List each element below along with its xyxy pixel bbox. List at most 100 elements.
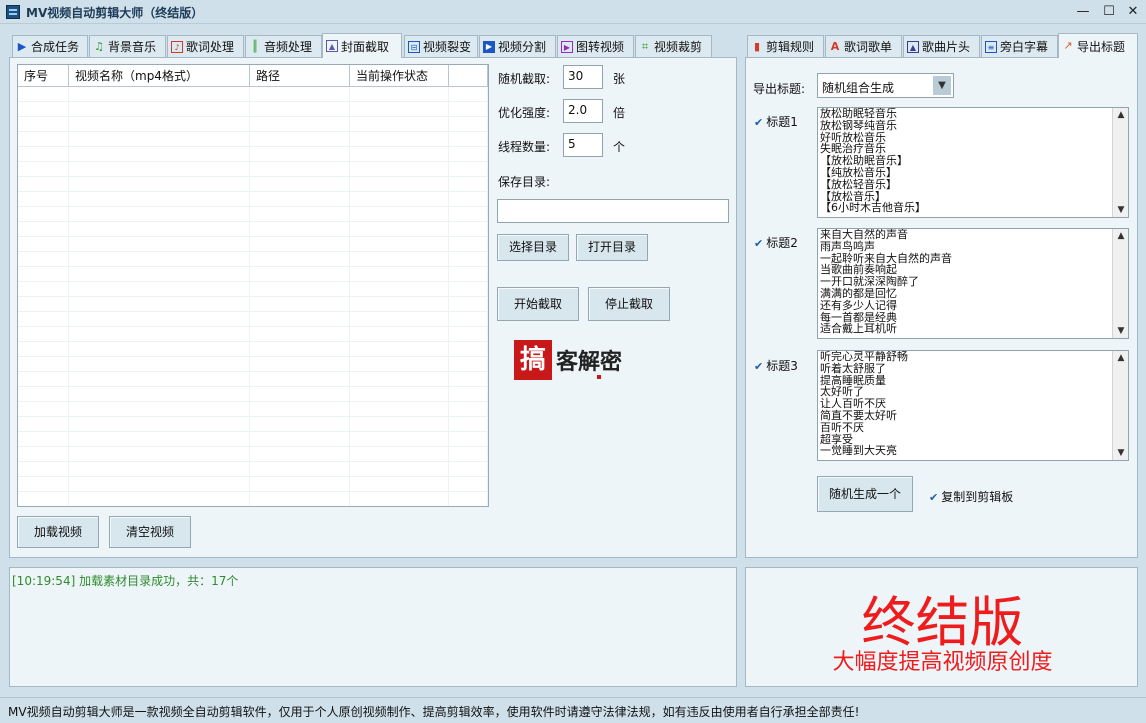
tab-video-fission[interactable]: ⊟ 视频裂变 (404, 35, 478, 57)
table-cell (18, 372, 69, 387)
table-cell (350, 447, 449, 462)
column-header[interactable]: 路径 (250, 65, 350, 86)
tab-audio-processing[interactable]: ║ 音频处理 (245, 35, 322, 57)
table-cell (250, 492, 350, 506)
table-row[interactable] (18, 372, 488, 387)
scroll-up-icon[interactable]: ▲ (1114, 351, 1128, 365)
table-row[interactable] (18, 207, 488, 222)
table-cell (250, 297, 350, 312)
table-row[interactable] (18, 417, 488, 432)
tab-cover-capture[interactable]: ▲ 封面截取 (322, 33, 402, 58)
thread-count-input[interactable]: 5 (563, 133, 603, 157)
title-line: 【6小时木吉他音乐】 (820, 201, 926, 215)
table-row[interactable] (18, 147, 488, 162)
table-cell (18, 327, 69, 342)
table-cell (350, 342, 449, 357)
tab-narration-subtitles[interactable]: ≡ 旁白字幕 (981, 35, 1058, 57)
table-row[interactable] (18, 237, 488, 252)
clear-video-button[interactable]: 清空视频 (109, 516, 191, 548)
capture-count-input[interactable]: 30 (563, 65, 603, 89)
stop-capture-button[interactable]: 停止截取 (588, 287, 670, 321)
tab-video-crop[interactable]: ⌗ 视频裁剪 (635, 35, 712, 57)
table-row[interactable] (18, 117, 488, 132)
tab-export-titles[interactable]: ↗ 导出标题 (1058, 33, 1138, 58)
tab-lyrics-playlist[interactable]: A 歌词歌单 (825, 35, 902, 57)
scroll-up-icon[interactable]: ▲ (1114, 108, 1128, 122)
table-cell (69, 282, 250, 297)
save-dir-input[interactable] (497, 199, 729, 223)
table-cell (250, 252, 350, 267)
table-row[interactable] (18, 297, 488, 312)
column-header[interactable]: 视频名称（mp4格式） (69, 65, 250, 86)
table-row[interactable] (18, 477, 488, 492)
table-row[interactable] (18, 177, 488, 192)
table-cell (18, 132, 69, 147)
title1-scrollbar[interactable]: ▲ ▼ (1112, 108, 1128, 217)
table-row[interactable] (18, 447, 488, 462)
table-cell (69, 492, 250, 506)
column-header-filler (449, 65, 488, 86)
open-dir-button[interactable]: 打开目录 (576, 234, 648, 261)
title2-scrollbar[interactable]: ▲ ▼ (1112, 229, 1128, 338)
table-cell (18, 462, 69, 477)
title3-scrollbar[interactable]: ▲ ▼ (1112, 351, 1128, 460)
random-generate-button[interactable]: 随机生成一个 (817, 476, 913, 512)
table-row[interactable] (18, 387, 488, 402)
column-header[interactable]: 当前操作状态 (350, 65, 449, 86)
strength-input[interactable]: 2.0 (563, 99, 603, 123)
table-row[interactable] (18, 492, 488, 506)
video-table[interactable]: 序号 视频名称（mp4格式） 路径 当前操作状态 (17, 64, 489, 507)
tab-background-music[interactable]: ♫ 背景音乐 (89, 35, 166, 57)
export-mode-select[interactable]: 随机组合生成 ▼ (817, 73, 954, 98)
table-row[interactable] (18, 192, 488, 207)
table-cell (69, 372, 250, 387)
scroll-up-icon[interactable]: ▲ (1114, 229, 1128, 243)
table-row[interactable] (18, 252, 488, 267)
table-cell (69, 192, 250, 207)
table-cell (350, 102, 449, 117)
column-header[interactable]: 序号 (18, 65, 69, 86)
table-row[interactable] (18, 432, 488, 447)
table-cell (449, 387, 488, 402)
table-cell (250, 327, 350, 342)
table-row[interactable] (18, 102, 488, 117)
table-row[interactable] (18, 282, 488, 297)
scroll-down-icon[interactable]: ▼ (1114, 324, 1128, 338)
table-cell (18, 432, 69, 447)
tab-image-to-video[interactable]: ▶ 图转视频 (557, 35, 634, 57)
title2-textarea[interactable]: 来自大自然的声音 雨声鸟鸣声 一起聆听来自大自然的声音 当歌曲前奏响起 一开口就深深陶醉… (817, 228, 1129, 339)
tab-lyrics-processing[interactable]: ♪ 歌词处理 (167, 35, 244, 57)
title3-textarea[interactable]: 听完心灵平静舒畅 听着太舒服了 提高睡眠质量 太好听了 让人百听不厌 简直不要太好听 百听不… (817, 350, 1129, 461)
chevron-down-icon[interactable]: ▼ (933, 76, 951, 95)
minimize-icon[interactable]: — (1072, 2, 1094, 22)
table-row[interactable] (18, 462, 488, 477)
scroll-down-icon[interactable]: ▼ (1114, 446, 1128, 460)
table-row[interactable] (18, 222, 488, 237)
title1-textarea[interactable]: 放松助眠轻音乐 放松钢琴纯音乐 好听放松音乐 失眠治疗音乐 【放松助眠音乐】 【纯放松音乐… (817, 107, 1129, 218)
select-dir-button[interactable]: 选择目录 (497, 234, 569, 261)
table-cell (250, 357, 350, 372)
tab-video-split[interactable]: ▶ 视频分割 (479, 35, 556, 57)
table-row[interactable] (18, 312, 488, 327)
table-cell (449, 297, 488, 312)
tab-song-intro[interactable]: ▲ 歌曲片头 (903, 35, 980, 57)
copy-to-clipboard-checkbox[interactable]: ✔ 复制到剪辑板 (929, 488, 1013, 505)
start-capture-button[interactable]: 开始截取 (497, 287, 579, 321)
table-row[interactable] (18, 267, 488, 282)
tab-compose-task[interactable]: ▶ 合成任务 (12, 35, 88, 57)
table-row[interactable] (18, 357, 488, 372)
table-row[interactable] (18, 342, 488, 357)
table-row[interactable] (18, 327, 488, 342)
close-icon[interactable]: ✕ (1122, 2, 1144, 22)
scroll-down-icon[interactable]: ▼ (1114, 203, 1128, 217)
image-icon: ▲ (326, 40, 338, 52)
load-video-button[interactable]: 加载视频 (17, 516, 99, 548)
tab-edit-rules[interactable]: ▮ 剪辑规则 (747, 35, 824, 57)
music-note-icon: ♫ (94, 39, 104, 53)
maximize-icon[interactable]: ☐ (1098, 2, 1120, 22)
table-row[interactable] (18, 87, 488, 102)
table-row[interactable] (18, 132, 488, 147)
table-row[interactable] (18, 162, 488, 177)
title-line: 一觉睡到大天亮 (820, 444, 897, 458)
table-row[interactable] (18, 402, 488, 417)
